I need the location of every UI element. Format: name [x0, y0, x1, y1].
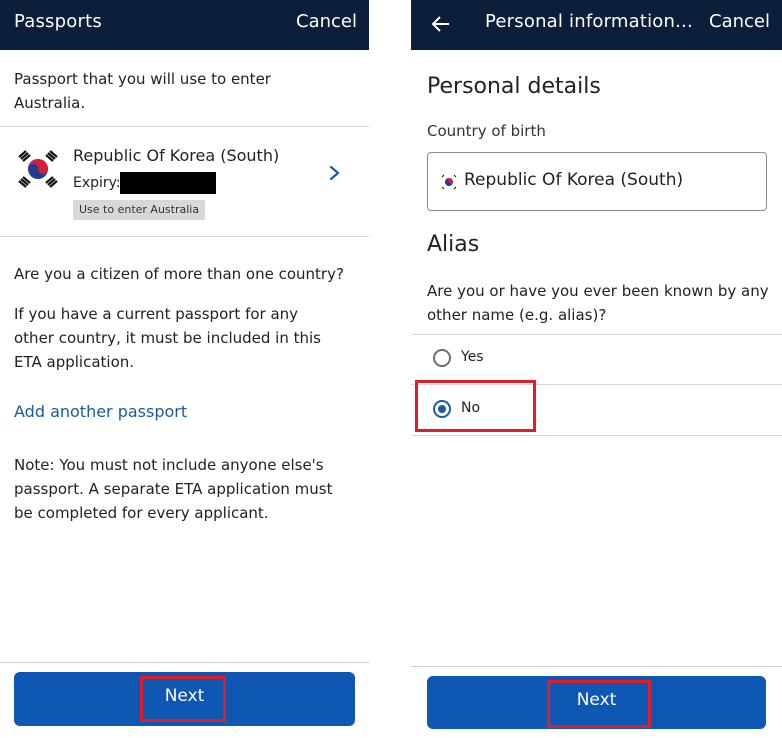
page-title: Passports [14, 11, 102, 32]
country-of-birth-value: Republic Of Korea (South) [464, 170, 684, 190]
radio-no[interactable] [433, 400, 451, 418]
alias-question: Are you or have you ever been known by a… [427, 282, 769, 324]
personal-information-screen: Personal information... Cancel Personal … [411, 0, 782, 738]
passports-screen: Passports Cancel Passport that you will … [0, 0, 369, 738]
add-another-passport-link[interactable]: Add another passport [14, 402, 187, 421]
chevron-right-icon[interactable] [328, 165, 342, 181]
passport-note: Note: You must not include anyone else's… [14, 456, 333, 522]
radio-no-label: No [461, 400, 481, 416]
next-button-label: Next [576, 690, 617, 710]
divider [411, 435, 782, 436]
divider [0, 236, 369, 237]
use-to-enter-tag: Use to enter Australia [73, 200, 206, 220]
footer-divider [0, 662, 369, 663]
alias-option-yes[interactable]: Yes [411, 335, 782, 385]
passport-intro-text: Passport that you will use to enter Aust… [14, 70, 271, 112]
redacted-expiry [120, 172, 216, 194]
divider [411, 384, 782, 385]
next-button-label: Next [164, 686, 205, 706]
passports-header: Passports Cancel [0, 0, 369, 50]
south-korea-flag-icon [16, 147, 60, 191]
footer-divider [411, 666, 782, 667]
page-title: Personal information... [485, 11, 693, 32]
radio-yes[interactable] [433, 349, 451, 367]
alias-heading: Alias [427, 232, 480, 257]
radio-yes-label: Yes [461, 349, 484, 365]
personal-details-heading: Personal details [427, 74, 601, 99]
passport-expiry-label: Expiry: [73, 175, 121, 191]
personal-information-header: Personal information... Cancel [411, 0, 782, 50]
cancel-button[interactable]: Cancel [296, 11, 357, 32]
alias-option-no[interactable]: No [411, 386, 782, 436]
divider [0, 126, 369, 127]
cancel-button[interactable]: Cancel [709, 11, 770, 32]
back-arrow-icon[interactable] [429, 12, 453, 36]
next-button[interactable]: Next [427, 676, 766, 729]
country-of-birth-label: Country of birth [427, 122, 546, 140]
next-button[interactable]: Next [14, 672, 355, 726]
south-korea-flag-icon [440, 173, 458, 191]
country-of-birth-field[interactable]: Republic Of Korea (South) [427, 152, 767, 211]
passport-country: Republic Of Korea (South) [73, 146, 280, 165]
multi-citizen-info: If you have a current passport for any o… [14, 305, 321, 371]
screen-gap [369, 0, 411, 738]
multi-citizen-question: Are you a citizen of more than one count… [14, 265, 344, 283]
